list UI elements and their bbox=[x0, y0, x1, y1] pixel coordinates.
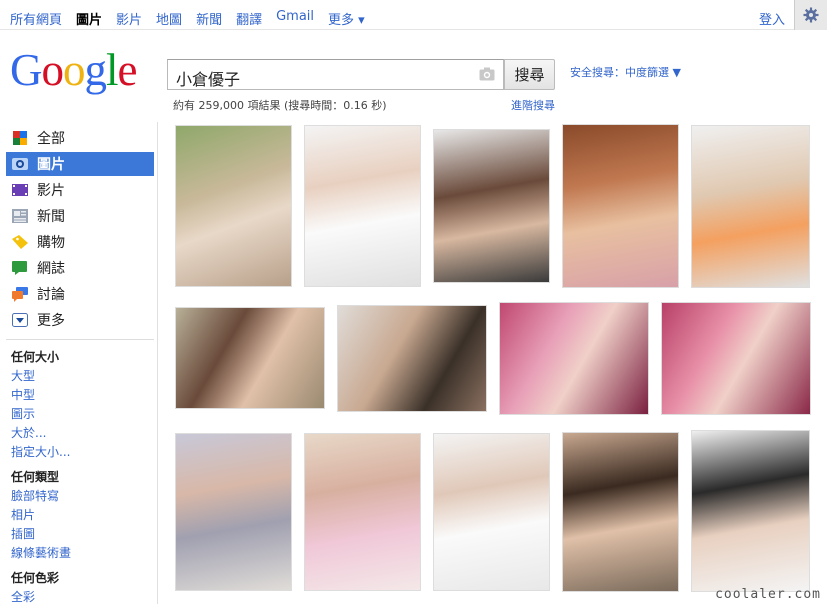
type-lineart-link[interactable]: 線條藝術畫 bbox=[11, 544, 71, 561]
search-input[interactable]: 小倉優子 bbox=[167, 59, 504, 90]
sidebar-item-blogs[interactable]: 網誌 bbox=[6, 256, 154, 280]
sidebar-divider bbox=[6, 339, 154, 340]
result-image[interactable] bbox=[304, 125, 421, 287]
sidebar-item-shopping[interactable]: 購物 bbox=[6, 230, 154, 254]
sidebar-item-label: 圖片 bbox=[37, 157, 65, 173]
size-large-link[interactable]: 大型 bbox=[11, 367, 35, 384]
result-image[interactable] bbox=[304, 433, 421, 591]
top-nav: 所有網頁 圖片 影片 地圖 新聞 翻譯 Gmail 更多 ▾ bbox=[10, 9, 365, 28]
nav-more[interactable]: 更多 ▾ bbox=[328, 9, 365, 28]
sidebar-item-label: 討論 bbox=[37, 287, 65, 303]
type-clipart-link[interactable]: 插圖 bbox=[11, 525, 35, 542]
color-filter-heading: 任何色彩 bbox=[11, 571, 60, 585]
sidebar-item-more[interactable]: 更多 bbox=[6, 308, 154, 332]
size-exact-link[interactable]: 指定大小... bbox=[11, 443, 70, 460]
result-image[interactable] bbox=[661, 302, 811, 415]
videos-icon bbox=[12, 184, 28, 196]
sidebar-item-news[interactable]: 新聞 bbox=[6, 204, 154, 228]
sidebar: 全部 圖片 影片 新聞 購物 網誌 討論 更多 任何大小 大型 中型 圖示 大於… bbox=[0, 122, 158, 604]
sidebar-item-label: 影片 bbox=[37, 183, 65, 199]
safe-search-dropdown[interactable]: 安全搜尋：中度篩選 ▼ bbox=[570, 64, 681, 80]
nav-maps[interactable]: 地圖 bbox=[156, 9, 182, 28]
size-larger-than-link[interactable]: 大於... bbox=[11, 424, 46, 441]
result-image[interactable] bbox=[691, 430, 810, 592]
result-stats: 約有 259,000 項結果 (搜尋時間：0.16 秒) bbox=[173, 99, 387, 112]
images-icon bbox=[12, 158, 28, 170]
type-face-link[interactable]: 臉部特寫 bbox=[11, 487, 59, 504]
sidebar-item-videos[interactable]: 影片 bbox=[6, 178, 154, 202]
sidebar-item-label: 網誌 bbox=[37, 261, 65, 277]
discussions-icon bbox=[12, 287, 28, 302]
news-icon bbox=[12, 209, 28, 223]
nav-images[interactable]: 圖片 bbox=[76, 9, 102, 28]
search-button[interactable]: 搜尋 bbox=[504, 59, 555, 90]
settings-button[interactable] bbox=[794, 0, 827, 30]
type-photo-link[interactable]: 相片 bbox=[11, 506, 35, 523]
advanced-search-link[interactable]: 進階搜尋 bbox=[511, 97, 555, 113]
all-icon bbox=[13, 131, 27, 145]
chevron-down-icon bbox=[12, 313, 28, 327]
sidebar-item-discussions[interactable]: 討論 bbox=[6, 282, 154, 306]
sidebar-item-label: 新聞 bbox=[37, 209, 65, 225]
result-image[interactable] bbox=[562, 432, 679, 592]
result-image[interactable] bbox=[691, 125, 810, 288]
top-bar: 所有網頁 圖片 影片 地圖 新聞 翻譯 Gmail 更多 ▾ 登入 bbox=[0, 0, 827, 30]
sidebar-item-images[interactable]: 圖片 bbox=[6, 152, 154, 176]
sidebar-item-label: 更多 bbox=[37, 313, 65, 329]
size-filter-heading: 任何大小 bbox=[11, 350, 60, 364]
color-full-link[interactable]: 全彩 bbox=[11, 588, 35, 604]
login-link[interactable]: 登入 bbox=[759, 9, 785, 28]
size-icon-link[interactable]: 圖示 bbox=[11, 405, 35, 422]
google-logo[interactable]: Google bbox=[10, 48, 137, 93]
shopping-icon bbox=[12, 235, 28, 249]
blogs-icon bbox=[12, 261, 27, 275]
result-image[interactable] bbox=[175, 125, 292, 287]
nav-web[interactable]: 所有網頁 bbox=[10, 9, 62, 28]
watermark: coolaler.com bbox=[715, 587, 821, 602]
sidebar-item-all[interactable]: 全部 bbox=[6, 126, 154, 150]
result-image[interactable] bbox=[433, 433, 550, 591]
result-image[interactable] bbox=[499, 302, 649, 415]
result-image[interactable] bbox=[175, 433, 292, 591]
search-query: 小倉優子 bbox=[176, 70, 241, 89]
size-medium-link[interactable]: 中型 bbox=[11, 386, 35, 403]
type-filter-heading: 任何類型 bbox=[11, 470, 60, 484]
camera-icon[interactable] bbox=[479, 67, 495, 81]
result-image[interactable] bbox=[337, 305, 487, 412]
result-image[interactable] bbox=[562, 124, 679, 288]
nav-gmail[interactable]: Gmail bbox=[276, 9, 314, 28]
result-image[interactable] bbox=[175, 307, 325, 409]
sidebar-item-label: 全部 bbox=[37, 131, 65, 147]
nav-videos[interactable]: 影片 bbox=[116, 9, 142, 28]
nav-news[interactable]: 新聞 bbox=[196, 9, 222, 28]
gear-icon bbox=[803, 7, 819, 23]
result-image[interactable] bbox=[433, 129, 550, 283]
nav-translate[interactable]: 翻譯 bbox=[236, 9, 262, 28]
sidebar-item-label: 購物 bbox=[37, 235, 65, 251]
